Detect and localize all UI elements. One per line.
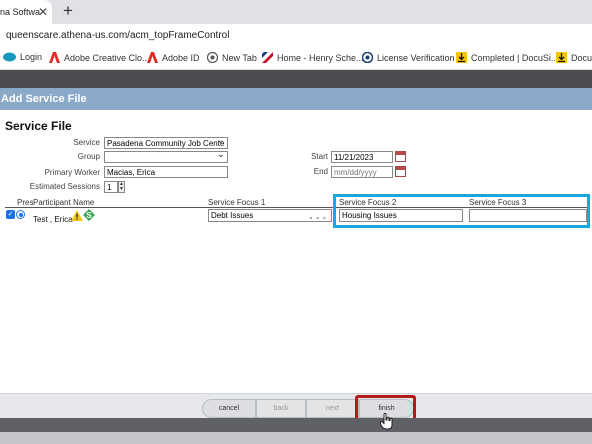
globe-icon [207,52,218,63]
new-tab-icon[interactable]: + [63,1,73,21]
bookmark-label: Adobe Creative Clo... [64,52,150,63]
bookmarks-bar: Login Adobe Creative Clo... Adobe ID New… [0,48,592,70]
dialog-title-bar: Add Service File [0,88,592,110]
start-label: Start [311,152,328,161]
dialog-heading: Service File [5,119,72,133]
service-select-value: Pasadena Community Job Cente [107,139,225,148]
bookmark-henry-schein[interactable]: Home - Henry Sche... [262,52,364,63]
primary-worker-field[interactable]: Macias, Erica [104,166,228,178]
bookmark-new-tab[interactable]: New Tab [207,52,257,63]
hand-cursor-icon [380,413,393,430]
focus-highlight-box [333,194,590,228]
adobe-icon [49,52,60,63]
primary-worker-label: Primary Worker [44,168,100,177]
participant-radio[interactable] [16,210,25,219]
bookmark-license-verification[interactable]: License Verification [362,52,455,63]
bookmark-adobe-id[interactable]: Adobe ID [147,52,200,63]
sessions-spinner[interactable]: ▲ ▼ [118,181,125,193]
bookmark-docusign-completed[interactable]: Completed | DocuSi... [456,52,558,63]
docusign-icon [556,52,567,63]
bookmark-label: License Verification [377,52,455,63]
app-bottom-bar [0,418,592,432]
calendar-icon[interactable] [395,166,406,177]
resize-handle-icon: ∘∘∘ [309,216,330,222]
docusign-icon [456,52,467,63]
adobe-icon [147,52,158,63]
col-header-pres: Pres [17,198,34,207]
calendar-icon[interactable] [395,151,406,162]
bookmark-label: Login [20,52,43,62]
primary-worker-value: Macias, Erica [107,168,156,177]
cancel-button[interactable]: cancel [202,399,256,418]
bookmark-docusign[interactable]: DocuSi [556,52,592,63]
browser-tab-strip [0,0,592,24]
service-focus-1-value: Debt Issues [211,211,254,220]
estimated-sessions-label: Estimated Sessions [29,182,100,191]
estimated-sessions-field[interactable]: 1 [104,181,118,193]
next-button[interactable]: next [306,399,359,418]
bookmark-label: New Tab [222,52,257,63]
group-label: Group [77,152,100,161]
salesforce-icon [3,52,16,62]
group-select[interactable] [104,151,228,163]
col-header-participant-name: Participant Name [33,198,95,207]
start-date-value: 11/21/2023 [334,153,374,162]
service-label: Service [73,138,100,147]
tab-title: na Softwa [0,7,41,17]
back-button[interactable]: back [256,399,306,418]
end-label: End [313,167,328,176]
tab-close-icon[interactable]: ✕ [38,5,48,19]
dialog-title: Add Service File [1,93,87,105]
url-text: queenscare.athena-us.com/acm_topFrameCon… [6,30,230,41]
bookmark-adobe-creative-cloud[interactable]: Adobe Creative Clo... [49,52,150,63]
bookmark-label: Completed | DocuSi... [471,52,559,63]
estimated-sessions-value: 1 [107,183,112,192]
bookmark-label: Adobe ID [162,52,200,63]
col-header-service-focus-1: Service Focus 1 [208,198,266,207]
service-select[interactable]: Pasadena Community Job Cente [104,137,228,149]
bookmark-login[interactable]: Login [3,52,42,62]
license-icon [362,52,373,63]
service-file-dialog: Service File Service Pasadena Community … [0,110,592,400]
app-top-bar [0,70,592,88]
status-s-icon: S [83,209,95,221]
svg-text:S: S [86,211,92,220]
address-bar[interactable]: queenscare.athena-us.com/acm_topFrameCon… [0,24,592,48]
bookmark-label: DocuSi [571,52,592,63]
taskbar [0,432,592,444]
participant-name: Test , Erica [33,215,73,224]
pres-checkbox[interactable]: ✓ [6,210,15,219]
henry-schein-icon [262,52,273,63]
warning-icon [71,210,83,221]
start-date-field[interactable]: 11/21/2023 [331,151,393,163]
bookmark-label: Home - Henry Sche... [277,52,364,63]
end-date-field[interactable] [331,166,393,178]
